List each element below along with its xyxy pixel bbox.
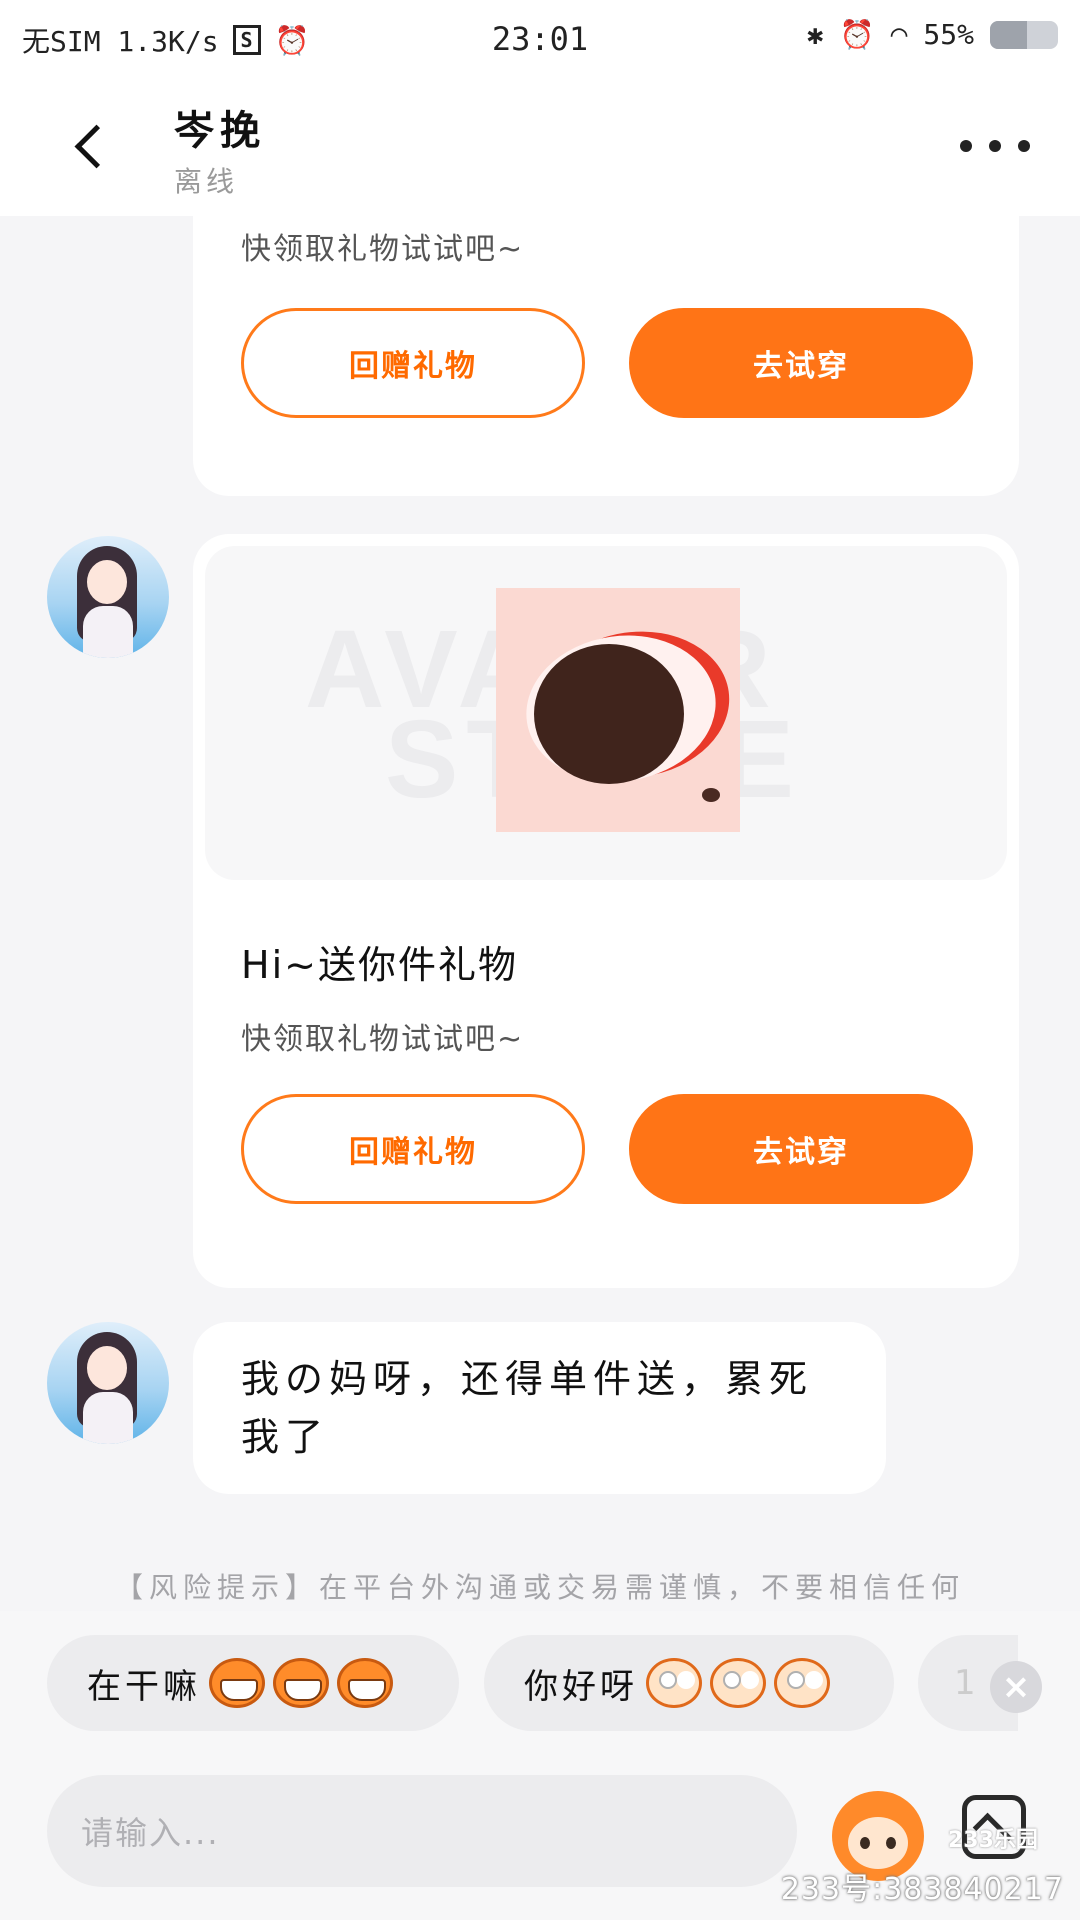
text-message-bubble[interactable]: 我の妈呀，还得单件送，累死我了 (193, 1322, 886, 1494)
battery-percent: 55% (923, 18, 974, 51)
gift-message-card: 快领取礼物试试吧~ 回赠礼物 去试穿 (193, 216, 1019, 496)
back-button[interactable] (50, 106, 130, 186)
message-input[interactable]: 请输入... (47, 1775, 797, 1887)
try-on-button[interactable]: 去试穿 (629, 308, 973, 418)
dot-icon (960, 140, 972, 152)
blush-mascot-icon (710, 1658, 766, 1708)
quick-reply-chip[interactable]: 在干嘛 (47, 1635, 459, 1731)
gift-preview[interactable]: AVATAR STORE (205, 546, 1007, 880)
gift-subtitle: 快领取礼物试试吧~ (241, 1022, 525, 1057)
avatar[interactable] (47, 1322, 169, 1444)
dot-icon (989, 140, 1001, 152)
message-text: 我の妈呀，还得单件送，累死我了 (241, 1357, 814, 1459)
alarm-icon: ⏰ (839, 18, 875, 51)
grin-mascot-icon (209, 1658, 265, 1708)
close-quick-replies-icon[interactable]: × (990, 1661, 1042, 1713)
try-on-button[interactable]: 去试穿 (629, 1094, 973, 1204)
wifi-icon: ◠ (890, 18, 908, 51)
bluetooth-icon: ✱ (806, 18, 824, 51)
battery-icon (990, 20, 1058, 49)
quick-reply-chip[interactable]: 你好呀 (484, 1635, 894, 1731)
quick-replies-bar: 在干嘛 你好呀 1 (0, 1611, 1080, 1731)
user-id-watermark: 233号:383840217 (780, 1872, 1064, 1907)
app-watermark-logo: 233乐园 (948, 1828, 1038, 1853)
gift-item-image (496, 588, 740, 832)
gift-title: Hi~送你件礼物 (241, 943, 518, 987)
risk-warning: 【风险提示】在平台外沟通或交易需谨慎，不要相信任何 (114, 1571, 965, 1604)
grin-mascot-icon (337, 1658, 393, 1708)
return-gift-button[interactable]: 回赠礼物 (241, 1094, 585, 1204)
quick-reply-label: 你好呀 (524, 1666, 638, 1707)
contact-status: 离线 (174, 165, 239, 198)
grin-mascot-icon (273, 1658, 329, 1708)
quick-reply-label: 在干嘛 (87, 1666, 201, 1707)
avatar[interactable] (47, 536, 169, 658)
more-options-button[interactable] (960, 126, 1030, 166)
gift-message-card: AVATAR STORE Hi~送你件礼物 快领取礼物试试吧~ 回赠礼物 去试穿 (193, 534, 1019, 1288)
gift-subtitle: 快领取礼物试试吧~ (241, 232, 525, 267)
chat-message-list[interactable]: 快领取礼物试试吧~ 回赠礼物 去试穿 AVATAR STORE Hi~送你件礼物… (0, 216, 1080, 1611)
contact-name[interactable]: 岑挽 (174, 98, 266, 156)
status-bar: 无SIM 1.3K/s S ⏰ 23:01 ✱ ⏰ ◠ 55% (0, 0, 1080, 76)
dot-icon (1018, 140, 1030, 152)
chat-header: 岑挽 离线 (0, 76, 1080, 216)
blush-mascot-icon (774, 1658, 830, 1708)
blush-mascot-icon (646, 1658, 702, 1708)
return-gift-button[interactable]: 回赠礼物 (241, 308, 585, 418)
